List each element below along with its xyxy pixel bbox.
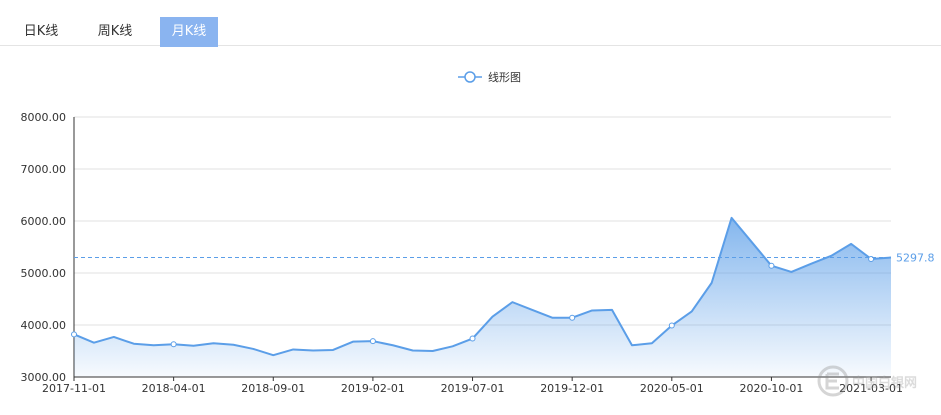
- x-tick-label: 2019-07-01: [441, 382, 505, 395]
- data-point: [469, 335, 476, 342]
- y-tick-label: 4000.00: [21, 319, 67, 332]
- data-point: [768, 262, 775, 269]
- x-tick-label: 2017-11-01: [42, 382, 106, 395]
- data-point: [369, 338, 376, 345]
- price-area-chart: 3000.004000.005000.006000.007000.008000.…: [21, 70, 935, 395]
- mark-line-label: 5297.8: [896, 252, 935, 265]
- x-tick-label: 2020-10-01: [739, 382, 803, 395]
- x-tick-label: 2020-05-01: [640, 382, 704, 395]
- y-tick-label: 7000.00: [21, 163, 67, 176]
- x-tick-label: 2018-04-01: [142, 382, 206, 395]
- data-point: [569, 314, 576, 321]
- x-tick-label: 2019-12-01: [540, 382, 604, 395]
- legend-marker-icon: [464, 71, 476, 83]
- data-point: [71, 331, 77, 338]
- x-tick-label: 2021-03-01: [839, 382, 903, 395]
- legend-label: 线形图: [488, 70, 521, 84]
- x-tick-label: 2018-09-01: [241, 382, 305, 395]
- data-point: [668, 322, 675, 329]
- data-point: [170, 341, 177, 348]
- y-tick-label: 6000.00: [21, 215, 67, 228]
- y-tick-label: 8000.00: [21, 111, 67, 124]
- series-area: [74, 217, 891, 377]
- y-tick-label: 5000.00: [21, 267, 67, 280]
- x-tick-label: 2019-02-01: [341, 382, 405, 395]
